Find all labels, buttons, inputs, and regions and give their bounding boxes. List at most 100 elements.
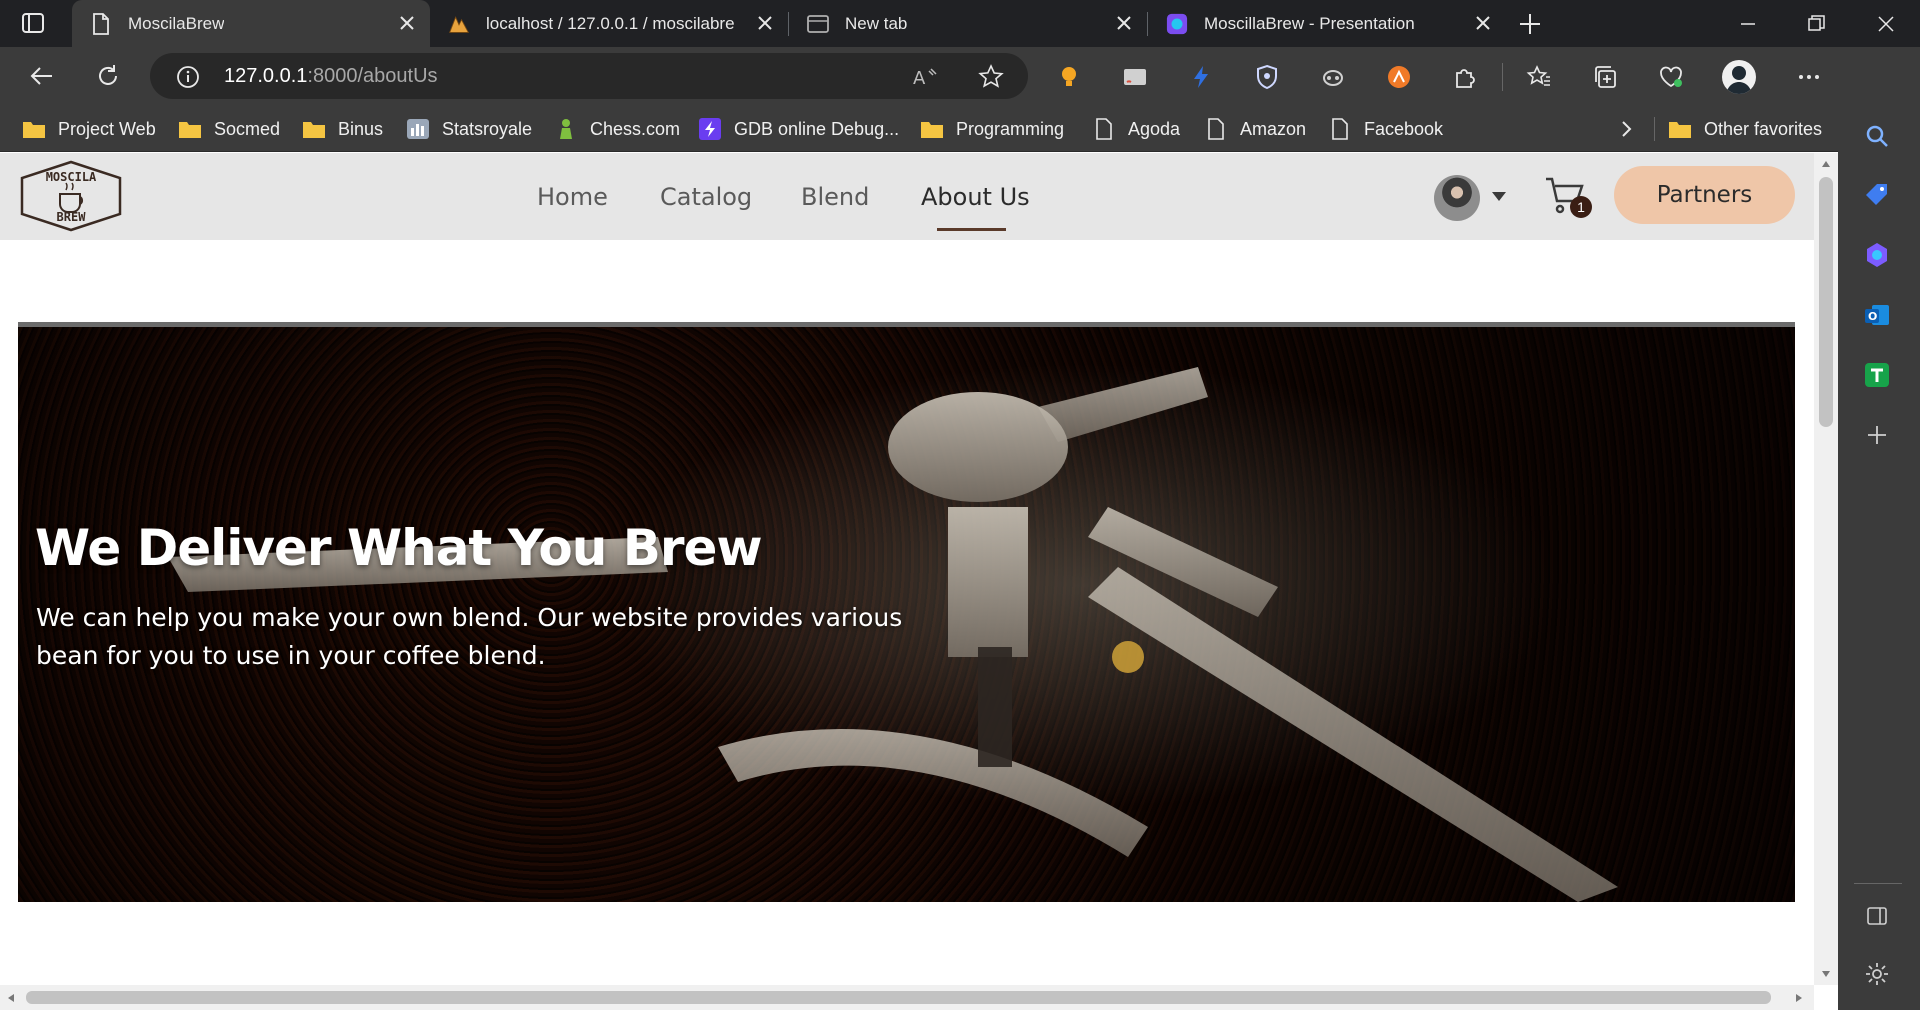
bookmark-chess[interactable]: Chess.com — [554, 115, 680, 143]
bulb-extension-icon[interactable] — [1056, 64, 1082, 90]
folder-icon — [1669, 122, 1691, 138]
close-tab-icon[interactable] — [398, 14, 416, 32]
tab-title: MoscillaBrew - Presentation — [1204, 13, 1415, 33]
statsroyale-icon — [407, 119, 429, 139]
bookmark-binus[interactable]: Binus — [302, 115, 383, 143]
site-logo[interactable]: MOSCILA BREW — [18, 160, 124, 232]
horizontal-scrollbar[interactable] — [0, 985, 1814, 1010]
vertical-scroll-thumb[interactable] — [1819, 177, 1833, 427]
restore-icon[interactable] — [1802, 10, 1830, 38]
tab-strip: MoscilaBrew localhost / 127.0.0.1 / mosc… — [0, 0, 1920, 47]
shopping-tag-icon — [1866, 184, 1887, 205]
new-tab-icon[interactable] — [1518, 12, 1542, 36]
edge-sidebar: O — [1838, 47, 1920, 1010]
site-info-icon[interactable] — [176, 65, 200, 89]
bookmark-project-web[interactable]: Project Web — [22, 115, 156, 143]
bookmark-agoda[interactable]: Agoda — [1092, 115, 1180, 143]
extensions-puzzle-icon[interactable] — [1452, 64, 1478, 90]
sidebar-hide-button[interactable] — [1862, 901, 1892, 931]
page-icon — [90, 12, 112, 35]
bookmarks-bar: Project Web Socmed Binus Statsroyale Che… — [0, 105, 1920, 152]
bolt-extension-icon[interactable] — [1188, 64, 1214, 90]
nav-active-underline — [937, 228, 1006, 231]
profile-avatar[interactable] — [1722, 60, 1756, 94]
search-icon — [1866, 125, 1888, 147]
favorites-icon[interactable] — [1526, 64, 1552, 90]
address-bar[interactable]: 127.0.0.1:8000/aboutUs A — [150, 53, 1028, 99]
nav-home[interactable]: Home — [537, 183, 608, 211]
svg-text:O: O — [1868, 310, 1877, 323]
collections-icon[interactable] — [1592, 64, 1618, 90]
bookmark-other-favorites[interactable]: Other favorites — [1668, 115, 1822, 143]
hero-title: We Deliver What You Brew — [35, 519, 763, 577]
shield-extension-icon[interactable] — [1254, 64, 1280, 90]
sidebar-panel-icon — [1867, 907, 1887, 925]
back-icon[interactable] — [28, 62, 56, 90]
sidebar-divider — [1854, 883, 1902, 884]
vertical-scrollbar[interactable] — [1814, 153, 1838, 985]
more-menu-icon[interactable] — [1796, 64, 1822, 90]
horizontal-scroll-thumb[interactable] — [26, 991, 1771, 1004]
scroll-up-icon[interactable] — [1821, 159, 1831, 169]
minimize-icon[interactable] — [1734, 10, 1762, 38]
sidebar-copilot-button[interactable] — [1862, 240, 1892, 270]
tab-new-tab[interactable]: New tab — [789, 0, 1147, 47]
close-tab-icon[interactable] — [1115, 14, 1133, 32]
sidebar-settings-button[interactable] — [1862, 959, 1892, 989]
new-tab-page-icon — [807, 13, 829, 35]
gdb-icon — [699, 118, 721, 140]
cast-extension-icon[interactable] — [1122, 64, 1148, 90]
canva-icon — [1166, 13, 1188, 35]
nav-about-us[interactable]: About Us — [921, 183, 1030, 211]
refresh-icon[interactable] — [94, 62, 122, 90]
hero-description: We can help you make your own blend. Our… — [36, 603, 903, 670]
read-aloud-icon[interactable]: A — [912, 65, 938, 89]
sidebar-add-button[interactable] — [1862, 420, 1892, 450]
bug-extension-icon[interactable] — [1320, 64, 1346, 90]
nav-blend[interactable]: Blend — [801, 183, 869, 211]
user-avatar[interactable] — [1434, 175, 1480, 221]
site-header: MOSCILA BREW Home Catalog Blend About Us… — [0, 153, 1814, 240]
outlook-icon: O — [1865, 305, 1889, 325]
nav-catalog[interactable]: Catalog — [660, 183, 752, 211]
folder-icon — [303, 122, 325, 138]
sidebar-tool-button[interactable] — [1862, 360, 1892, 390]
sidebar-search-button[interactable] — [1862, 121, 1892, 151]
page-icon — [1096, 118, 1112, 140]
favorite-star-icon[interactable] — [978, 64, 1004, 90]
caret-down-icon[interactable] — [1491, 190, 1507, 202]
sidebar-outlook-button[interactable]: O — [1862, 300, 1892, 330]
close-tab-icon[interactable] — [756, 14, 774, 32]
tab-moscilabrew[interactable]: MoscilaBrew — [72, 0, 430, 47]
orange-extension-icon[interactable] — [1386, 64, 1412, 90]
close-window-icon[interactable] — [1872, 10, 1900, 38]
scroll-down-icon[interactable] — [1821, 969, 1831, 979]
tab-presentation[interactable]: MoscillaBrew - Presentation — [1148, 0, 1506, 47]
bookmark-amazon[interactable]: Amazon — [1204, 115, 1306, 143]
tab-title: MoscilaBrew — [128, 13, 225, 33]
logo-line1: MOSCILA — [45, 170, 97, 184]
browser-essentials-icon[interactable] — [1658, 64, 1684, 90]
bookmark-facebook[interactable]: Facebook — [1328, 115, 1443, 143]
tab-title: New tab — [845, 13, 908, 33]
plus-icon — [1868, 426, 1886, 444]
tab-phpmyadmin[interactable]: localhost / 127.0.0.1 / moscilabre — [430, 0, 788, 47]
scroll-right-icon[interactable] — [1794, 993, 1804, 1003]
bookmark-programming[interactable]: Programming — [920, 115, 1064, 143]
close-tab-icon[interactable] — [1474, 14, 1492, 32]
scroll-left-icon[interactable] — [6, 993, 16, 1003]
page-icon — [1332, 118, 1348, 140]
tool-green-icon — [1865, 363, 1889, 387]
partners-button[interactable]: Partners — [1614, 166, 1795, 224]
hero-banner: We Deliver What You Brew We can help you… — [18, 322, 1795, 902]
tab-actions-icon[interactable] — [22, 13, 44, 33]
chevron-right-icon[interactable] — [1616, 119, 1636, 139]
bookmark-statsroyale[interactable]: Statsroyale — [406, 115, 532, 143]
page-viewport: MOSCILA BREW Home Catalog Blend About Us… — [0, 153, 1814, 985]
sidebar-shopping-button[interactable] — [1862, 180, 1892, 210]
bookmark-socmed[interactable]: Socmed — [178, 115, 280, 143]
folder-icon — [179, 122, 201, 138]
bookmark-gdb[interactable]: GDB online Debug... — [698, 115, 899, 143]
gear-icon — [1866, 963, 1888, 985]
toolbar-divider — [1502, 63, 1503, 91]
